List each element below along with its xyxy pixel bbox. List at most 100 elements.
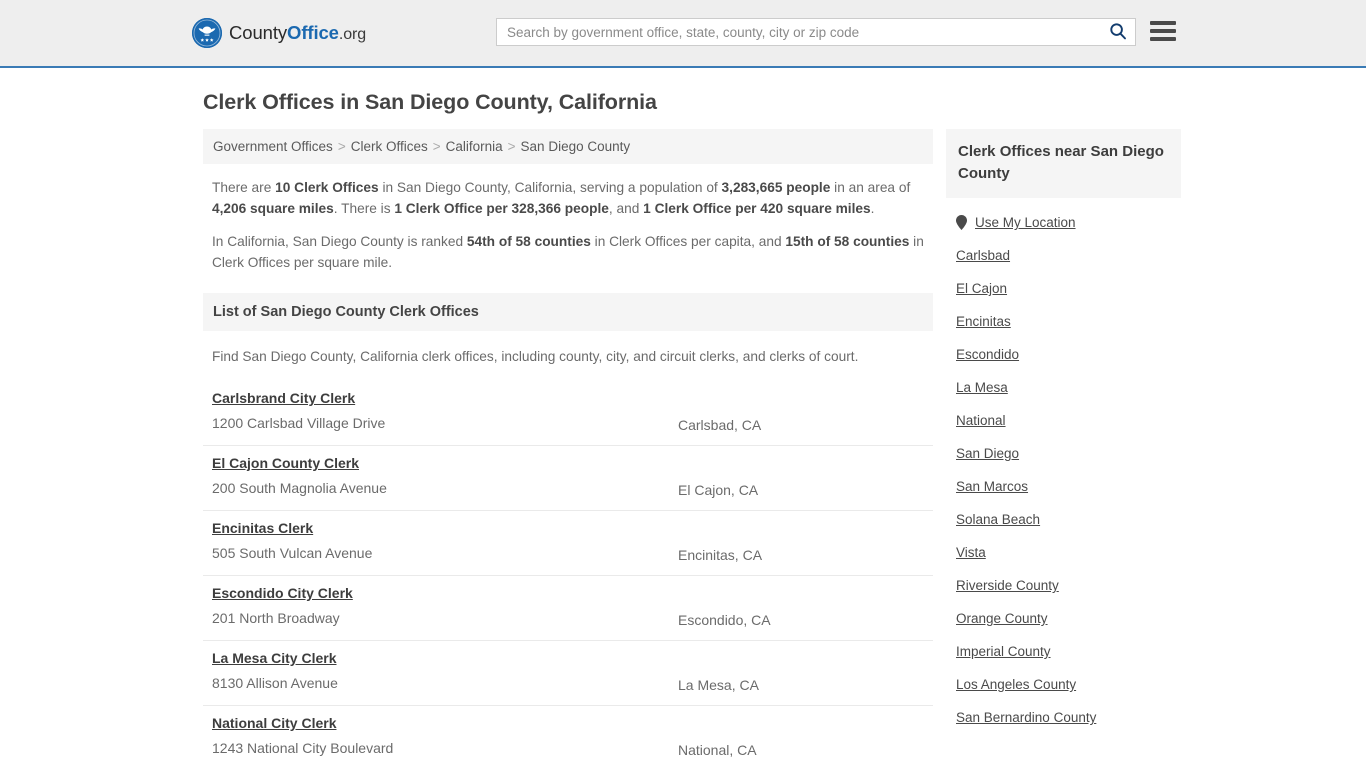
page-body: Clerk Offices in San Diego County, Calif… bbox=[0, 90, 1366, 768]
intro-text-fragment: , and bbox=[608, 200, 644, 216]
office-name-link[interactable]: Escondido City Clerk bbox=[212, 585, 353, 601]
sidebar-item-encinitas[interactable]: Encinitas bbox=[956, 305, 1181, 338]
sidebar-link[interactable]: Los Angeles County bbox=[956, 677, 1076, 692]
table-row: La Mesa City Clerk 8130 Allison Avenue L… bbox=[203, 641, 933, 706]
sidebar-link[interactable]: Riverside County bbox=[956, 578, 1059, 593]
logo-text-part2: Office bbox=[287, 22, 339, 43]
sidebar-link[interactable]: Encinitas bbox=[956, 314, 1011, 329]
search-input[interactable] bbox=[497, 19, 1101, 45]
sidebar-item-orange-county[interactable]: Orange County bbox=[956, 602, 1181, 635]
table-row: El Cajon County Clerk 200 South Magnolia… bbox=[203, 446, 933, 511]
stat-per-capita: 1 Clerk Office per 328,366 people bbox=[394, 200, 609, 216]
office-list: Carlsbrand City Clerk 1200 Carlsbad Vill… bbox=[203, 381, 933, 768]
sidebar-item-vista[interactable]: Vista bbox=[956, 536, 1181, 569]
sidebar-item-solana-beach[interactable]: Solana Beach bbox=[956, 503, 1181, 536]
stat-area: 4,206 square miles bbox=[212, 200, 334, 216]
map-pin-icon bbox=[956, 215, 967, 230]
sidebar-link[interactable]: Orange County bbox=[956, 611, 1048, 626]
sidebar-item-national[interactable]: National bbox=[956, 404, 1181, 437]
breadcrumb-separator: > bbox=[337, 139, 346, 154]
intro-text-fragment: There are bbox=[212, 180, 276, 195]
sidebar-link[interactable]: La Mesa bbox=[956, 380, 1008, 395]
sidebar-link[interactable]: San Marcos bbox=[956, 479, 1028, 494]
hamburger-menu-icon[interactable] bbox=[1150, 20, 1176, 42]
search-button[interactable] bbox=[1101, 19, 1135, 45]
intro-paragraph-ranking: In California, San Diego County is ranke… bbox=[203, 232, 933, 273]
office-city: El Cajon, CA bbox=[678, 482, 759, 498]
intro-text-fragment: in Clerk Offices per capita, and bbox=[590, 234, 786, 249]
sidebar-item-los-angeles-county[interactable]: Los Angeles County bbox=[956, 668, 1181, 701]
table-row: Carlsbrand City Clerk 1200 Carlsbad Vill… bbox=[203, 381, 933, 446]
intro-text-fragment: In California, San Diego County is ranke… bbox=[212, 234, 467, 249]
use-my-location-link[interactable]: Use My Location bbox=[975, 215, 1076, 230]
sidebar-link[interactable]: San Bernardino County bbox=[956, 710, 1096, 725]
office-city: Encinitas, CA bbox=[678, 547, 763, 563]
breadcrumb-item-san-diego-county[interactable]: San Diego County bbox=[521, 139, 631, 154]
stat-rank-per-area: 15th of 58 counties bbox=[785, 234, 910, 249]
sidebar-link[interactable]: El Cajon bbox=[956, 281, 1007, 296]
table-row: National City Clerk 1243 National City B… bbox=[203, 706, 933, 768]
sidebar-link[interactable]: Escondido bbox=[956, 347, 1019, 362]
sidebar-item-la-mesa[interactable]: La Mesa bbox=[956, 371, 1181, 404]
office-name-link[interactable]: Carlsbrand City Clerk bbox=[212, 390, 355, 406]
sidebar: Clerk Offices near San Diego County Use … bbox=[946, 129, 1181, 768]
intro-text: There are 10 Clerk Offices in San Diego … bbox=[203, 178, 933, 273]
sidebar-item-san-marcos[interactable]: San Marcos bbox=[956, 470, 1181, 503]
office-name-link[interactable]: El Cajon County Clerk bbox=[212, 455, 359, 471]
office-address: 505 South Vulcan Avenue bbox=[212, 545, 373, 561]
page-title: Clerk Offices in San Diego County, Calif… bbox=[203, 90, 657, 114]
stat-per-area: 1 Clerk Office per 420 square miles bbox=[643, 200, 871, 216]
hamburger-bar bbox=[1150, 21, 1176, 25]
sidebar-item-san-diego[interactable]: San Diego bbox=[956, 437, 1181, 470]
logo-text-part3: .org bbox=[338, 26, 367, 43]
stat-population: 3,283,665 people bbox=[721, 180, 831, 195]
stat-rank-per-capita: 54th of 58 counties bbox=[466, 234, 591, 249]
office-address: 8130 Allison Avenue bbox=[212, 675, 338, 691]
office-address: 1243 National City Boulevard bbox=[212, 740, 394, 756]
office-city: Escondido, CA bbox=[678, 612, 771, 628]
sidebar-link[interactable]: Imperial County bbox=[956, 644, 1051, 659]
breadcrumb-item-clerk-offices[interactable]: Clerk Offices bbox=[351, 139, 428, 154]
office-address: 1200 Carlsbad Village Drive bbox=[212, 415, 386, 431]
site-logo[interactable]: CountyOffice.org bbox=[192, 18, 366, 48]
sidebar-link[interactable]: San Diego bbox=[956, 446, 1019, 461]
sidebar-item-imperial-county[interactable]: Imperial County bbox=[956, 635, 1181, 668]
site-logo-text: CountyOffice.org bbox=[229, 22, 366, 44]
office-city: La Mesa, CA bbox=[678, 677, 759, 693]
hamburger-bar bbox=[1150, 29, 1176, 33]
breadcrumb-item-government-offices[interactable]: Government Offices bbox=[213, 139, 333, 154]
office-city: National, CA bbox=[678, 742, 757, 758]
search-bar[interactable] bbox=[496, 18, 1136, 46]
list-section-description: Find San Diego County, California clerk … bbox=[212, 349, 859, 364]
sidebar-link[interactable]: National bbox=[956, 413, 1006, 428]
table-row: Encinitas Clerk 505 South Vulcan Avenue … bbox=[203, 511, 933, 576]
sidebar-item-el-cajon[interactable]: El Cajon bbox=[956, 272, 1181, 305]
sidebar-link[interactable]: Solana Beach bbox=[956, 512, 1040, 527]
office-name-link[interactable]: Encinitas Clerk bbox=[212, 520, 313, 536]
sidebar-item-san-bernardino-county[interactable]: San Bernardino County bbox=[956, 701, 1181, 734]
stat-office-count: 10 Clerk Offices bbox=[275, 180, 379, 195]
office-name-link[interactable]: National City Clerk bbox=[212, 715, 336, 731]
office-city: Carlsbad, CA bbox=[678, 417, 762, 433]
table-row: Escondido City Clerk 201 North Broadway … bbox=[203, 576, 933, 641]
sidebar-item-riverside-county[interactable]: Riverside County bbox=[956, 569, 1181, 602]
sidebar-link[interactable]: Carlsbad bbox=[956, 248, 1010, 263]
sidebar-link[interactable]: Vista bbox=[956, 545, 986, 560]
sidebar-item-carlsbad[interactable]: Carlsbad bbox=[956, 239, 1181, 272]
hamburger-bar bbox=[1150, 37, 1176, 41]
intro-paragraph-statistics: There are 10 Clerk Offices in San Diego … bbox=[203, 178, 933, 219]
search-icon bbox=[1109, 22, 1127, 43]
sidebar-item-use-my-location[interactable]: Use My Location bbox=[956, 206, 1181, 239]
sidebar-item-escondido[interactable]: Escondido bbox=[956, 338, 1181, 371]
sidebar-link-list: Use My Location Carlsbad El Cajon Encini… bbox=[946, 198, 1181, 734]
intro-text-fragment: . There is bbox=[333, 200, 395, 216]
site-header: CountyOffice.org bbox=[0, 0, 1366, 68]
office-name-link[interactable]: La Mesa City Clerk bbox=[212, 650, 337, 666]
eagle-seal-icon bbox=[192, 18, 222, 48]
intro-text-fragment: in San Diego County, California, serving… bbox=[378, 180, 722, 195]
office-address: 201 North Broadway bbox=[212, 610, 340, 626]
list-section-heading: List of San Diego County Clerk Offices bbox=[203, 293, 933, 331]
breadcrumb-separator: > bbox=[432, 139, 441, 154]
intro-text-fragment: . bbox=[870, 200, 875, 216]
breadcrumb-item-california[interactable]: California bbox=[446, 139, 503, 154]
